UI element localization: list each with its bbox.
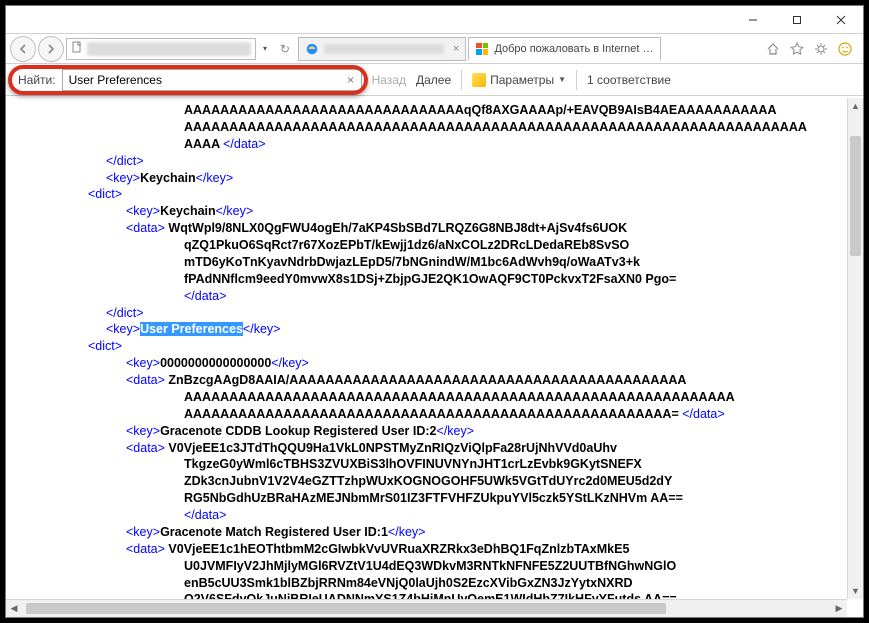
find-options-button[interactable]: Параметры ▼ [472,73,566,87]
address-url [87,42,251,56]
horizontal-scrollbar[interactable]: ◀ ▶ [6,599,847,617]
tab-1-title [324,44,444,54]
window-maximize-button[interactable] [775,6,819,34]
nav-refresh-button[interactable]: ↻ [274,38,296,60]
file-icon [71,41,83,56]
vertical-scrollbar[interactable]: ▲ ▼ [847,98,863,599]
microsoft-icon [475,42,489,56]
tab-2-title: Добро пожаловать в Internet … [494,43,653,55]
window-title-bar [6,6,863,34]
find-bar: Найти: × Назад Далее Параметры ▼ 1 соотв… [6,64,863,96]
find-clear-button[interactable]: × [341,73,361,87]
horizontal-scroll-thumb[interactable] [26,603,666,614]
address-bar[interactable] [66,38,256,60]
address-dropdown-button[interactable]: ▾ [258,38,272,60]
nav-forward-button[interactable] [38,36,64,62]
tools-icon[interactable] [813,41,829,57]
search-highlight: User Preferences [140,322,243,336]
find-next-button[interactable]: Далее [416,73,451,87]
scroll-left-button[interactable]: ◀ [6,600,22,617]
highlight-icon [472,73,486,87]
find-prev-button[interactable]: Назад [372,73,406,87]
separator [576,70,577,90]
find-input[interactable] [63,70,341,90]
scroll-right-button[interactable]: ▶ [831,600,847,617]
tab-1[interactable]: × [298,37,466,61]
nav-back-button[interactable] [10,36,36,62]
chevron-down-icon: ▼ [558,75,566,84]
scroll-down-button[interactable]: ▼ [848,583,863,599]
vertical-scroll-thumb[interactable] [850,136,861,256]
address-bar-row: ▾ ↻ × Добро пожаловать в Internet … [6,34,863,64]
tab-2[interactable]: Добро пожаловать в Internet … [468,37,660,61]
window-close-button[interactable] [819,6,863,34]
separator [461,70,462,90]
window-minimize-button[interactable] [731,6,775,34]
find-options-label: Параметры [490,73,554,87]
tab-1-close[interactable]: × [453,43,459,55]
home-icon[interactable] [765,41,781,57]
find-matches-text: 1 соответствие [587,73,671,87]
smiley-icon[interactable] [837,41,853,57]
scroll-up-button[interactable]: ▲ [848,98,863,114]
ie-icon [305,42,319,56]
favorites-icon[interactable] [789,41,805,57]
xml-viewer: AAAAAAAAAAAAAAAAAAAAAAAAAAAAAAAqQf8AXGAA… [6,98,847,599]
find-label: Найти: [14,73,56,87]
